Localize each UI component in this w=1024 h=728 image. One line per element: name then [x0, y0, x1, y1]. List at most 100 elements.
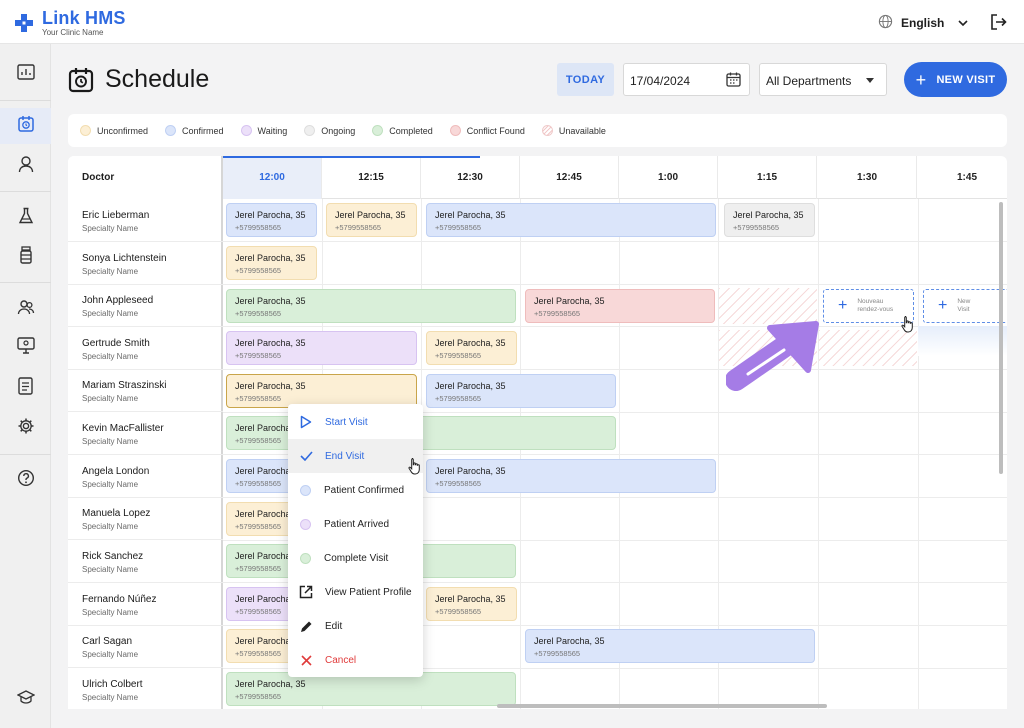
doctor-row[interactable]: Ulrich Colbert Specialty Name [68, 668, 223, 709]
appointment-block[interactable]: Jerel Parocha, 35 +5799558565 [226, 331, 417, 365]
play-icon [299, 415, 313, 429]
sidebar-item-academy[interactable] [0, 682, 51, 718]
current-time-indicator [223, 156, 480, 158]
check-icon [299, 449, 313, 463]
time-slot-header: 1:15 [718, 156, 817, 199]
menu-item-complete-visit[interactable]: Complete Visit [288, 541, 423, 575]
appointment-block[interactable]: Jerel Parocha, 35 +5799558565 [426, 587, 517, 621]
language-label: English [901, 16, 945, 30]
doctor-row[interactable]: Carl Sagan Specialty Name [68, 625, 223, 668]
appointment-block[interactable]: Jerel Parocha, 35 +5799558565 [426, 374, 616, 408]
plus-icon: + [838, 297, 848, 314]
legend-item-unavailable: Unavailable [541, 125, 606, 136]
appointment-block[interactable]: Jerel Parocha, 35 +5799558565 [226, 374, 417, 408]
sidebar-item-help[interactable] [0, 462, 51, 498]
appointment-block[interactable]: Jerel Parocha, 35 +5799558565 [226, 672, 516, 706]
department-value: All Departments [766, 74, 852, 88]
sidebar-item-schedule[interactable] [0, 108, 51, 144]
menu-item-patient-confirmed[interactable]: Patient Confirmed [288, 473, 423, 507]
appointment-block[interactable]: Jerel Parocha, 35 +5799558565 [426, 203, 716, 237]
menu-item-view-profile[interactable]: View Patient Profile [288, 575, 423, 609]
sidebar-item-lab[interactable] [0, 200, 51, 236]
menu-item-cancel[interactable]: Cancel [288, 643, 423, 677]
schedule-grid: 12:00 12:15 12:30 12:45 1:00 1:15 1:30 1… [68, 156, 1007, 709]
appointment-block[interactable]: Jerel Parocha, 35 +5799558565 [426, 459, 716, 493]
appointment-block[interactable]: Jerel Parocha, 35 +5799558565 [226, 203, 317, 237]
doctor-row[interactable]: Rick Sanchez Specialty Name [68, 540, 223, 583]
language-selector[interactable]: English [878, 14, 968, 32]
user-icon [18, 155, 34, 178]
pencil-icon [299, 619, 313, 633]
appointment-block[interactable]: Jerel Parocha, 35 +5799558565 [226, 289, 516, 323]
sidebar-item-monitor[interactable] [0, 330, 51, 366]
legend-item-completed: Completed [372, 125, 433, 136]
doctor-row[interactable]: Manuela Lopez Specialty Name [68, 497, 223, 540]
appointment-block[interactable]: Jerel Parocha, 35 +5799558565 [426, 331, 517, 365]
chevron-down-icon [958, 16, 968, 30]
date-field[interactable]: 17/04/2024 [623, 63, 750, 96]
appointment-block[interactable]: Jerel Parocha, 35 +5799558565 [226, 246, 317, 280]
new-visit-button[interactable]: + NEW VISIT [904, 62, 1007, 97]
plus-icon: + [915, 69, 927, 90]
sidebar-item-pharmacy[interactable] [0, 239, 51, 275]
logo[interactable]: Link HMS Your Clinic Name [14, 9, 126, 37]
menu-item-edit[interactable]: Edit [288, 609, 423, 643]
menu-item-end-visit[interactable]: End Visit [288, 439, 423, 473]
legend-item-unconfirmed: Unconfirmed [80, 125, 148, 136]
completed-dot-icon [300, 552, 311, 564]
sidebar-item-patients[interactable] [0, 291, 51, 327]
sidebar-item-settings[interactable] [0, 410, 51, 446]
schedule-icon [68, 67, 94, 98]
doctor-row[interactable]: John Appleseed Specialty Name [68, 284, 223, 327]
appointment-block[interactable]: Jerel Parocha, 35 +5799558565 [724, 203, 815, 237]
appointment-context-menu: Start Visit End Visit Patient Confirmed … [288, 404, 423, 677]
menu-item-start-visit[interactable]: Start Visit [288, 405, 423, 439]
department-select[interactable]: All Departments [759, 63, 887, 96]
sidebar-item-reports[interactable] [0, 370, 51, 406]
doctor-row[interactable]: Kevin MacFallister Specialty Name [68, 412, 223, 455]
doctor-column-header: Doctor [82, 172, 115, 183]
new-appointment-slot[interactable]: + New Visit [923, 289, 1007, 323]
hand-cursor-icon [901, 315, 915, 338]
time-slot-header: 12:30 [421, 156, 520, 199]
appointment-block[interactable]: Jerel Parocha, 35 +5799558565 [326, 203, 417, 237]
new-visit-label: NEW VISIT [936, 73, 996, 86]
horizontal-scrollbar[interactable] [497, 704, 827, 708]
sidebar-item-dashboard[interactable] [0, 56, 51, 92]
help-icon [17, 469, 35, 492]
hand-cursor-icon [408, 457, 422, 480]
doctor-row[interactable]: Eric Lieberman Specialty Name [68, 199, 223, 242]
doctor-row[interactable]: Mariam Straszinski Specialty Name [68, 369, 223, 412]
schedule-icon [17, 115, 35, 138]
today-button[interactable]: TODAY [557, 63, 614, 96]
plus-icon: + [938, 297, 948, 314]
globe-icon [878, 14, 893, 32]
vertical-scrollbar[interactable] [999, 202, 1003, 474]
legend-item-confirmed: Confirmed [165, 125, 224, 136]
page-title: Schedule [105, 65, 210, 93]
brand-name: Link HMS [42, 8, 126, 28]
menu-item-patient-arrived[interactable]: Patient Arrived [288, 507, 423, 541]
time-slot-header: 12:45 [520, 156, 619, 199]
calendar-icon[interactable] [726, 72, 741, 90]
legend-item-ongoing: Ongoing [304, 125, 355, 136]
patients-group-icon [17, 299, 35, 320]
graduation-cap-icon [16, 690, 35, 710]
doctor-row[interactable]: Sonya Lichtenstein Specialty Name [68, 242, 223, 285]
doctor-row[interactable]: Fernando Núñez Specialty Name [68, 583, 223, 626]
time-slot-header: 1:00 [619, 156, 718, 199]
doctor-row[interactable]: Gertrude Smith Specialty Name [68, 327, 223, 370]
medicine-bottle-icon [19, 245, 33, 269]
external-link-icon [299, 585, 313, 599]
logout-icon[interactable] [989, 13, 1007, 36]
top-bar: Link HMS Your Clinic Name English [0, 0, 1024, 44]
date-value: 17/04/2024 [630, 74, 691, 88]
lab-flask-icon [18, 207, 34, 230]
appointment-block[interactable]: Jerel Parocha, 35 +5799558565 [525, 289, 715, 323]
doctor-row[interactable]: Angela London Specialty Name [68, 455, 223, 498]
pointer-arrow-icon [725, 318, 820, 405]
dashboard-icon [16, 63, 35, 85]
appointment-block[interactable]: Jerel Parocha, 35 +5799558565 [525, 629, 815, 663]
time-slot-header: 12:15 [322, 156, 421, 199]
sidebar-item-user[interactable] [0, 148, 51, 184]
